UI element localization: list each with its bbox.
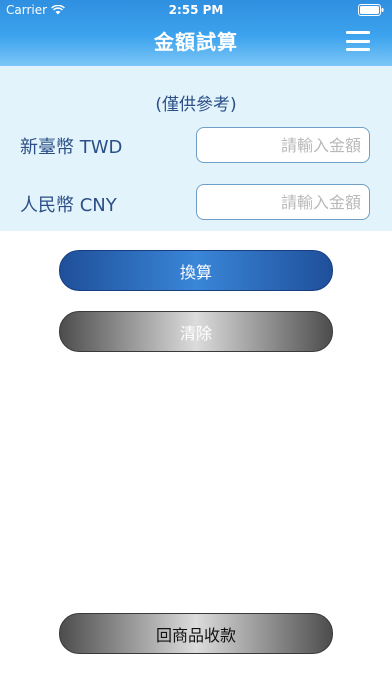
- twd-amount-input[interactable]: [196, 127, 370, 163]
- currency-calculator-screen: Carrier 2:55 PM 金額試算 (僅供參考) 新臺幣 TWD 人民幣 …: [0, 0, 392, 696]
- reference-note: (僅供參考): [155, 95, 237, 115]
- battery-icon: [358, 4, 384, 16]
- status-bar: Carrier 2:55 PM: [0, 0, 392, 20]
- back-to-payment-button[interactable]: 回商品收款: [59, 613, 333, 654]
- conversion-form: (僅供參考) 新臺幣 TWD 人民幣 CNY: [0, 66, 392, 231]
- status-time: 2:55 PM: [168, 3, 224, 17]
- clear-button[interactable]: 清除: [59, 311, 333, 352]
- twd-label: 新臺幣 TWD: [20, 137, 123, 158]
- cny-label: 人民幣 CNY: [20, 195, 117, 216]
- hamburger-menu-icon[interactable]: [346, 31, 370, 51]
- top-bar: Carrier 2:55 PM 金額試算: [0, 0, 392, 66]
- convert-button[interactable]: 換算: [59, 250, 333, 291]
- page-title: 金額試算: [154, 30, 238, 54]
- cny-amount-input[interactable]: [196, 184, 370, 220]
